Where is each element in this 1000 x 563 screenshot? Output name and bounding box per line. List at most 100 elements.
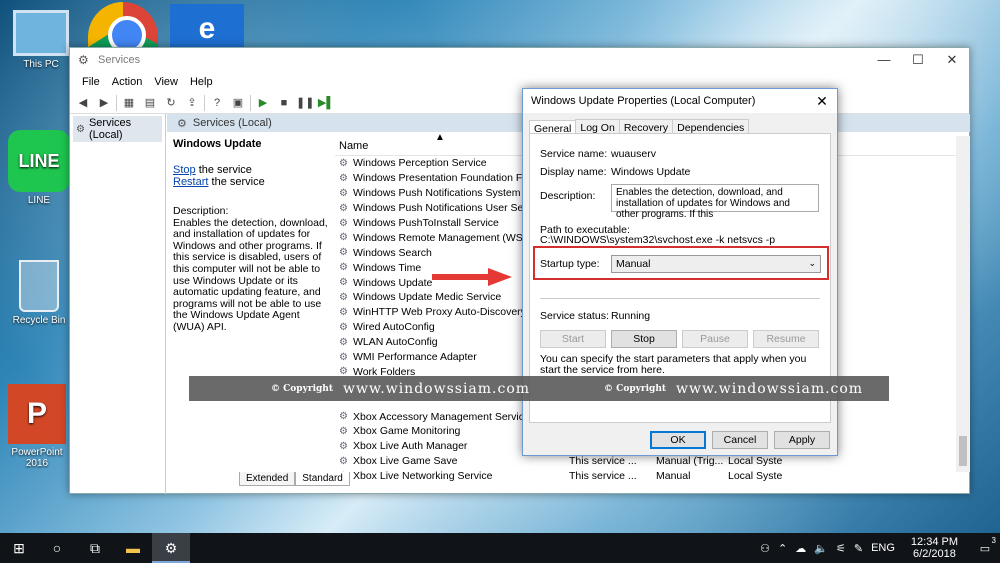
console-tree-icon[interactable]: ▦ [120,95,138,111]
service-name: Xbox Live Auth Manager [353,440,468,453]
service-name: Wired AutoConfig [353,321,435,334]
service-desc: This service ... [569,455,637,468]
description-textbox[interactable]: Enables the detection, download, and ins… [611,184,819,220]
desktop-icon-recycle-bin[interactable]: Recycle Bin [4,260,74,326]
startup-type-value: Manual [616,258,651,270]
apply-button[interactable]: Apply [774,431,830,449]
service-row[interactable]: ⚙Xbox Live Networking ServiceThis servic… [335,469,970,484]
desktop-icon-label: This PC [23,59,59,70]
dialog-close-icon[interactable]: ✕ [807,93,837,110]
minimize-button[interactable]: — [867,48,901,72]
service-status: Manual [656,470,691,483]
service-gear-icon: ⚙ [339,157,348,169]
people-icon[interactable]: ⚇ [756,542,774,555]
service-row[interactable]: ⚙ Xbox Live Game Save This service ... Manu… [335,454,970,469]
tree-item-services-local[interactable]: ⚙ Services (Local) [73,116,162,142]
services-gear-icon: ⚙ [78,53,89,67]
pen-icon[interactable]: ✎ [850,542,867,555]
desktop-icon-line[interactable]: LINE LINE [4,130,74,206]
red-arrow-annotation [432,268,512,286]
restart-service-link[interactable]: Restart [173,176,208,188]
file-explorer-icon[interactable]: ▬ [114,533,152,563]
console-tree: ⚙ Services (Local) [70,114,166,494]
pause-service-icon[interactable]: ❚❚ [296,95,314,111]
properties-icon[interactable]: ▤ [141,95,159,111]
start-button[interactable]: Start [540,330,606,348]
services-taskbar-icon[interactable]: ⚙ [152,533,190,563]
clock-time: 12:34 PM [910,536,958,548]
stop-button[interactable]: Stop [611,330,677,348]
notification-count: 3 [991,535,996,545]
edge-icon[interactable]: e [170,4,244,48]
menu-action[interactable]: Action [106,76,149,88]
service-gear-icon: ⚙ [339,455,348,467]
gear-icon: ⚙ [177,117,187,130]
watermark-copyright: © Copyright [604,383,667,394]
service-gear-icon: ⚙ [339,232,348,244]
pause-button[interactable]: Pause [682,330,748,348]
start-service-icon[interactable]: ▶ [254,95,272,111]
restart-rest-text: the service [208,176,265,188]
scrollbar-thumb[interactable] [959,436,967,466]
export-icon[interactable]: ⇪ [183,95,201,111]
forward-arrow-icon[interactable]: ▶ [95,95,113,111]
chevron-up-icon[interactable]: ⌃ [774,542,791,555]
desktop-icon-powerpoint[interactable]: P PowerPoint 2016 [2,384,72,469]
extended-description-panel: Windows Update Stop the service Restart … [173,138,333,334]
service-gear-icon: ⚙ [339,321,348,333]
service-gear-icon: ⚙ [339,202,348,214]
service-gear-icon: ⚙ [339,411,348,423]
service-name: Windows Search [353,246,432,259]
cortana-search-icon[interactable]: ○ [38,533,76,563]
stop-service-icon[interactable]: ■ [275,95,293,111]
menu-file[interactable]: File [76,76,106,88]
vertical-scrollbar[interactable] [956,136,970,472]
toolbar-separator [116,94,117,111]
display-name-label: Display name: [540,166,607,178]
language-indicator[interactable]: ENG [867,542,899,554]
cancel-button[interactable]: Cancel [712,431,768,449]
service-name: Windows Presentation Foundation Font C [353,172,541,185]
windows-start-icon[interactable]: ⊞ [0,533,38,563]
notification-center[interactable]: ▭ 3 [970,536,1000,555]
dialog-title-bar[interactable]: Windows Update Properties (Local Compute… [523,89,837,113]
desktop-icon-this-pc[interactable]: This PC [6,10,76,70]
startup-type-label: Startup type: [540,258,600,270]
service-gear-icon: ⚙ [339,187,348,199]
volume-icon[interactable]: 🔈 [810,542,832,555]
restart-service-icon[interactable]: ▶▌ [317,95,335,111]
service-gear-icon: ⚙ [339,306,348,318]
show-hide-icon[interactable]: ▣ [229,95,247,111]
maximize-button[interactable]: ☐ [901,48,935,72]
tab-extended[interactable]: Extended [239,472,296,486]
refresh-icon[interactable]: ↻ [162,95,180,111]
back-arrow-icon[interactable]: ◀ [74,95,92,111]
watermark-banner: © Copyright www.windowssiam.com © Copyri… [189,376,889,401]
service-name: Windows Push Notifications System Servic [353,187,541,200]
tab-standard[interactable]: Standard [295,472,350,486]
chevron-down-icon: ⌄ [808,258,816,268]
service-logon: Local Syste [728,455,783,468]
task-view-icon[interactable]: ⧉ [76,533,114,563]
watermark-url: www.windowssiam.com [676,380,864,397]
service-gear-icon: ⚙ [339,172,348,184]
service-name: Windows Push Notifications User Service_ [353,202,541,215]
clock[interactable]: 12:34 PM 6/2/2018 [899,536,970,560]
menu-help[interactable]: Help [184,76,219,88]
close-button[interactable]: ✕ [935,48,969,72]
network-icon[interactable]: ⚟ [832,542,850,555]
column-header-name[interactable]: Name [339,140,529,152]
gear-icon: ⚙ [76,123,85,135]
startup-type-select[interactable]: Manual ⌄ [611,255,821,273]
service-name: WMI Performance Adapter [353,351,477,364]
service-name: Windows Perception Service [353,157,487,170]
stop-service-link[interactable]: Stop [173,164,196,176]
help-icon[interactable]: ? [208,95,226,111]
resume-button[interactable]: Resume [753,330,819,348]
divider [540,298,820,299]
menu-view[interactable]: View [148,76,184,88]
stop-rest-text: the service [195,164,252,176]
title-bar[interactable]: ⚙ Services — ☐ ✕ [70,48,969,72]
ok-button[interactable]: OK [650,431,706,449]
cloud-icon[interactable]: ☁ [791,542,810,555]
